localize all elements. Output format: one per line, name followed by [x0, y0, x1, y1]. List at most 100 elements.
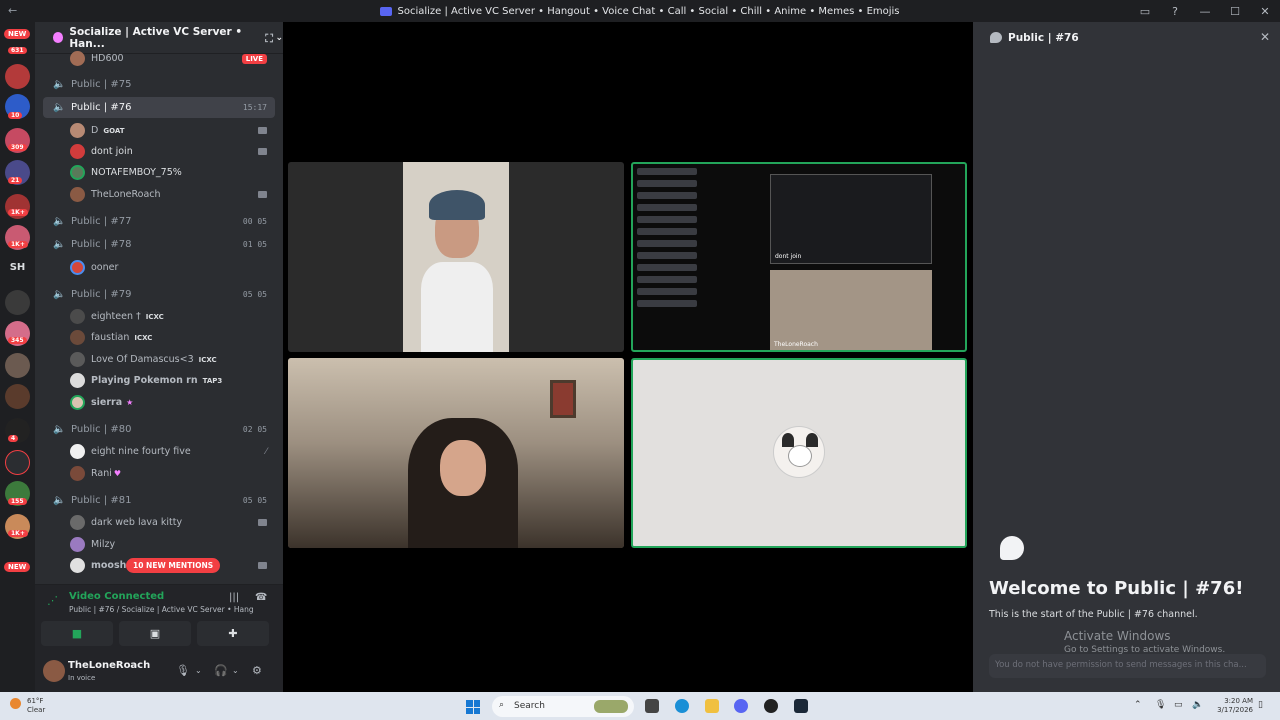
back-arrow-icon[interactable]: ← [8, 4, 17, 17]
avatar-tile[interactable] [631, 358, 967, 548]
avatar [70, 515, 85, 530]
add-member-icon[interactable]: ⛶ [265, 32, 273, 46]
windows-start-icon[interactable] [466, 700, 480, 714]
user-count: 01 05 [242, 240, 267, 249]
voice-user[interactable]: faustian ICXC [43, 327, 275, 348]
heart-icon: ★ [126, 398, 134, 407]
server-badge: 21 [8, 177, 23, 184]
user-count: 05 05 [242, 496, 267, 505]
nested-webcam-preview: TheLoneRoach [770, 270, 932, 350]
server-badge: 309 [8, 144, 27, 151]
network-icon[interactable]: ▭ [1174, 700, 1183, 710]
task-view-icon[interactable] [645, 699, 659, 713]
weather-icon[interactable] [10, 698, 21, 709]
server-icon[interactable] [5, 353, 30, 378]
voice-channel[interactable]: 🔈 Public | #80 02 05 [43, 419, 275, 440]
voice-channel[interactable]: 🔈 Public | #81 05 05 [43, 490, 275, 511]
new-mentions-pill[interactable]: 10 NEW MENTIONS [126, 558, 221, 573]
username: eighteen † [91, 311, 141, 322]
screen-share-button[interactable]: ▣ [119, 621, 191, 646]
app-taskbar-icon[interactable] [764, 699, 778, 713]
voice-channel[interactable]: 🔈 Public | #77 00 05 [43, 211, 275, 232]
username: D [91, 125, 99, 136]
microphone-tray-icon[interactable]: 🎙 [1155, 700, 1166, 710]
settings-gear-icon[interactable]: ⚙ [252, 664, 262, 677]
chevron-down-icon[interactable]: ⌄ [232, 666, 239, 675]
chevron-down-icon: ⌄ [275, 32, 283, 43]
message-input[interactable]: You do not have permission to send messa… [989, 654, 1266, 678]
microphone-icon[interactable]: 🎙 [176, 664, 190, 677]
user-tag: ICXC [145, 312, 164, 321]
user-avatar[interactable] [43, 660, 65, 682]
taskbar-search[interactable]: ⌕ Search [492, 696, 634, 717]
headphones-icon[interactable]: 🎧 [214, 664, 228, 677]
voice-channel[interactable]: 🔈 Public | #75 [43, 74, 275, 95]
inbox-icon[interactable]: ▭ [1130, 5, 1160, 18]
voice-user[interactable]: Rani ♥ [43, 463, 275, 484]
server-icon[interactable] [5, 290, 30, 315]
close-icon[interactable]: ✕ [1260, 30, 1270, 44]
voice-user[interactable]: Love Of Damascus<3 ICXC [43, 349, 275, 370]
person-shirt [421, 262, 493, 352]
voice-user[interactable]: dark web lava kitty [43, 512, 275, 533]
voice-user[interactable]: D GOAT [43, 120, 275, 141]
video-tile[interactable] [288, 162, 624, 352]
help-icon[interactable]: ? [1160, 5, 1190, 18]
server-badge: 4 [8, 435, 19, 442]
edge-browser-icon[interactable] [675, 699, 689, 713]
voice-location[interactable]: Public | #76 / Socialize | Active VC Ser… [69, 605, 253, 614]
weather-temp: 61°F [27, 697, 44, 705]
server-icon[interactable] [5, 64, 30, 89]
camera-button[interactable]: ■ [41, 621, 113, 646]
server-icon[interactable] [5, 450, 30, 475]
maximize-button[interactable]: ☐ [1220, 5, 1250, 18]
noise-suppression-icon[interactable]: ||| [229, 592, 239, 603]
chevron-down-icon[interactable]: ⌄ [195, 666, 202, 675]
voice-user[interactable]: HD600 LIVE [43, 48, 275, 69]
username: Love Of Damascus<3 [91, 354, 194, 365]
clock[interactable]: 3:20 AM 3/17/2026 [1213, 697, 1253, 715]
voice-user[interactable]: eighteen † ICXC [43, 306, 275, 327]
search-highlight-image [594, 700, 628, 713]
close-button[interactable]: ✕ [1250, 5, 1280, 18]
search-icon: ⌕ [499, 700, 505, 710]
file-explorer-icon[interactable] [705, 699, 719, 713]
user-tag: TAP3 [202, 376, 223, 385]
channel-start-text: This is the start of the Public | #76 ch… [989, 609, 1198, 620]
voice-channel-active[interactable]: 🔈 Public | #76 15:17 [43, 97, 275, 118]
voice-user[interactable]: sierra ★ [43, 392, 275, 413]
video-tile[interactable] [288, 358, 624, 548]
camera-icon [258, 127, 267, 134]
user-name[interactable]: TheLoneRoach [68, 660, 150, 671]
username: NOTAFEMBOY_75% [91, 167, 182, 178]
voice-user[interactable]: TheLoneRoach [43, 184, 275, 205]
tray-chevron-up-icon[interactable]: ⌃ [1134, 700, 1142, 710]
user-count: 02 05 [242, 425, 267, 434]
voice-user[interactable]: dont join [43, 141, 275, 162]
server-badge: 10 [8, 112, 23, 119]
channel-name: Public | #79 [71, 289, 132, 300]
minimize-button[interactable]: — [1190, 5, 1220, 18]
weather-widget[interactable]: 61°F Clear [27, 697, 45, 715]
discord-taskbar-icon[interactable] [734, 699, 748, 713]
voice-channel[interactable]: 🔈 Public | #78 01 05 [43, 234, 275, 255]
welcome-heading: Welcome to Public | #76! [989, 578, 1244, 599]
notifications-icon[interactable]: ▯ [1258, 700, 1263, 710]
avatar [70, 187, 85, 202]
server-initials[interactable]: SH [0, 262, 35, 273]
voice-user[interactable]: eight nine fourty five ⁄ [43, 441, 275, 462]
mini-label: dont join [775, 253, 802, 260]
voice-user[interactable]: NOTAFEMBOY_75% [43, 162, 275, 183]
voice-user[interactable]: ooner [43, 257, 275, 278]
server-icon[interactable] [5, 384, 30, 409]
voice-user[interactable]: Playing Pokemon rn TAP3 [43, 370, 275, 391]
voice-channel[interactable]: 🔈 Public | #79 05 05 [43, 284, 275, 305]
activities-button[interactable]: ✚ [197, 621, 269, 646]
disconnect-icon[interactable]: ☎ [255, 592, 267, 603]
signal-icon[interactable]: ⋰ [47, 594, 58, 607]
voice-user[interactable]: Milzy [43, 534, 275, 555]
chat-bubble-icon [990, 32, 1002, 43]
screen-share-tile[interactable]: dont join TheLoneRoach [631, 162, 967, 352]
volume-icon[interactable]: 🔈 [1192, 700, 1203, 710]
steam-taskbar-icon[interactable] [794, 699, 808, 713]
